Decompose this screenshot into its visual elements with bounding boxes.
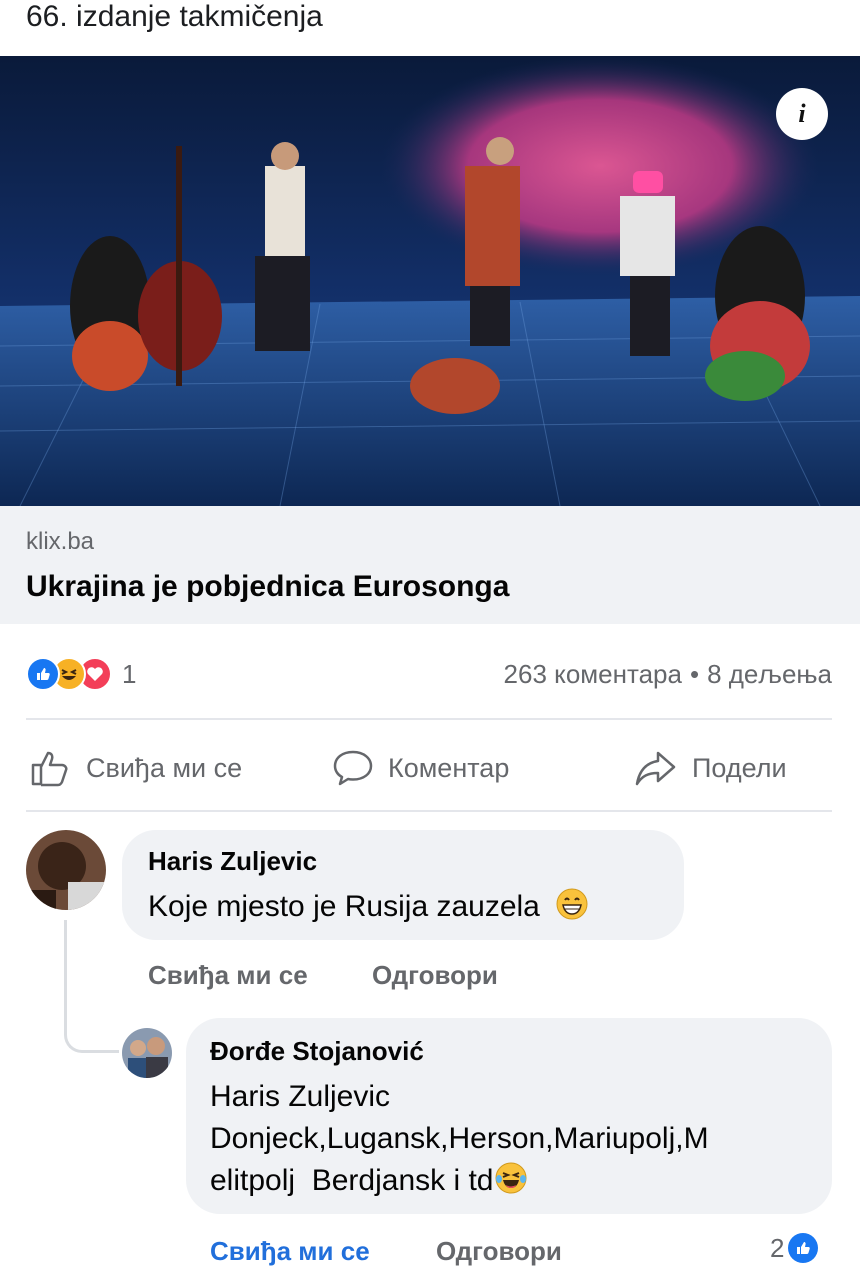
grinning-face-icon [556,888,588,932]
post-actions: Свиђа ми се Коментар Подели [0,740,860,796]
post-text: 66. izdanje takmičenja [26,0,323,33]
reply-reaction-count: 2 [770,1232,785,1263]
divider [26,718,832,720]
reaction-count: 1 [122,658,137,689]
link-preview-bar[interactable] [0,506,860,624]
stats-separator: • [689,658,700,689]
reply-text-line: Haris Zuljevic [210,1080,391,1113]
like-icon [788,1233,819,1263]
comment-button[interactable]: Коментар [332,740,509,796]
comment-count[interactable]: 263 коментара [504,659,682,690]
divider [26,810,832,812]
share-icon [635,751,676,786]
reply-text-line: elitpolj Berdjansk i td [210,1160,527,1206]
reply-author[interactable]: Đorđe Stojanović [210,1036,424,1067]
avatar[interactable] [26,830,106,910]
reply-reply-link[interactable]: Одговори [436,1236,562,1267]
like-button[interactable]: Свиђа ми се [30,740,242,796]
link-preview-image[interactable]: i [0,56,860,506]
reply-like-link[interactable]: Свиђа ми се [210,1236,370,1267]
comment-icon [333,750,373,786]
share-button-label: Подели [692,752,787,783]
thumbs-up-icon [31,751,68,787]
reply-reaction-summary[interactable]: 2 [770,1230,819,1266]
comment-text-body: Koje mjesto je Rusija zauzela [148,890,540,923]
reactions-summary[interactable]: 1 [26,654,136,694]
share-button[interactable]: Подели [634,740,787,796]
laughing-tears-icon [495,1162,527,1206]
reply-text-body: elitpolj Berdjansk i td [210,1164,494,1197]
link-domain: klix.ba [26,528,95,555]
comment-author[interactable]: Haris Zuljevic [148,846,317,877]
comment-like-link[interactable]: Свиђа ми се [148,960,308,991]
reply-thread-line [64,920,119,1053]
reply-text-line: Donjeck,Lugansk,Herson,Mariupolj,M [210,1122,709,1155]
comment-reply-link[interactable]: Одговори [372,960,498,991]
stage-photo [0,56,860,506]
comment-text: Koje mjesto je Rusija zauzela [148,886,588,932]
post-stats: 263 коментара • 8 дељења [504,654,832,694]
info-icon[interactable]: i [776,88,828,140]
like-button-label: Свиђа ми се [86,752,243,783]
link-title[interactable]: Ukrajina je pobjednica Eurosonga [26,570,509,604]
avatar[interactable] [122,1028,172,1078]
like-icon [26,657,60,691]
share-count[interactable]: 8 дељења [707,659,832,690]
comment-button-label: Коментар [388,752,510,783]
